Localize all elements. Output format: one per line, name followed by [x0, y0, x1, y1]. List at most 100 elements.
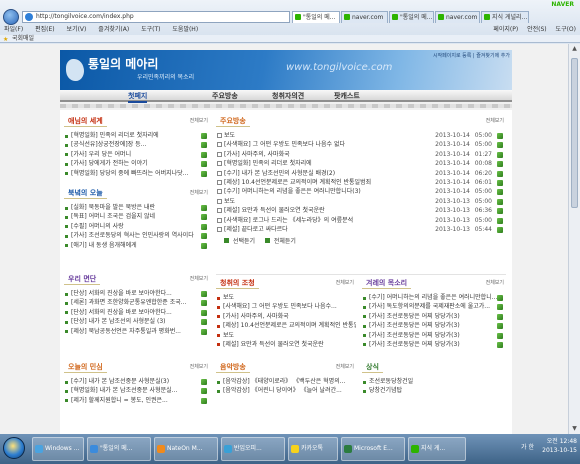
list-item[interactable]: [가사] 사마주의, 사마화국	[216, 312, 356, 321]
broadcast-row[interactable]: [사색해요] 그 어떤 우방도 민족보다 나음수 없다 2013-10-14 05:…	[216, 140, 506, 149]
list-item[interactable]: [가사] 조선로동당은 어찌 당당가(3)	[362, 321, 506, 330]
listen-icon	[497, 179, 503, 186]
list-item[interactable]: [제설] 요만과 득선이 물러오연 첫국운란	[216, 340, 356, 349]
broadcast-row[interactable]: [가사] 사마주의, 사마화국 2013-10-14 01:27	[216, 150, 506, 159]
broadcast-row[interactable]: [제상] 10.4선언분제로은 교의적이며 계획적인 반통일범죄 2013-10-…	[216, 178, 506, 187]
nav-podcast[interactable]: 팟캐스트	[334, 91, 360, 101]
list-item[interactable]: [가사] 독도항의의분제를 국제재판소에 울고가...	[362, 302, 506, 311]
list-item[interactable]: [단상] 서화의 진상을 바로 보아야한다...	[64, 289, 210, 298]
ime-toggle[interactable]: 가 한	[521, 442, 534, 451]
listen-icon	[201, 319, 207, 326]
top-links[interactable]: 시작페이지로 등록 | 즐겨찾기에 추가	[433, 52, 510, 59]
tab-tongilvoice-2[interactable]: "통일의 메...	[389, 11, 434, 23]
list-item[interactable]: [세론] 과화면 조한양화군통유엔합한준 조국...	[64, 298, 210, 307]
system-clock[interactable]: 오전 12:48 2013-10-15	[542, 437, 577, 455]
menu-view[interactable]: 보기(V)	[67, 26, 87, 33]
taskbar-item[interactable]: "통일의 메...	[87, 437, 151, 461]
list-item[interactable]: 보도	[216, 293, 356, 302]
list-item[interactable]: [실화] 북동마을 발은 북방은 내란	[64, 203, 210, 212]
start-button[interactable]	[3, 437, 25, 459]
cmd-page[interactable]: 페이지(P)	[493, 26, 518, 33]
list-item[interactable]: [독표] 어머니 조국은 검을지 않네	[64, 212, 210, 221]
tab-jisik[interactable]: 지식 게널리...	[481, 11, 529, 23]
nav-listener[interactable]: 청취자의견	[272, 91, 304, 101]
list-item[interactable]: [수기] 어머니하는의 리념을 좋은은 여러니만합니...	[362, 293, 506, 302]
broadcast-row[interactable]: 보도 2013-10-14 05:00	[216, 131, 506, 140]
menu-file[interactable]: 파일(F)	[4, 26, 23, 33]
listen-icon	[201, 142, 207, 149]
nav-home[interactable]: 첫페지	[128, 91, 148, 103]
list-item[interactable]: [단상] 서화의 진상을 바로 보아야한다...	[64, 308, 210, 317]
list-item[interactable]: [사색해요] 그 어떤 우방도 민족보다 나음수...	[216, 302, 356, 311]
list-item[interactable]: [음악감상] 《어린니 당이여》 《늘어 날려간...	[216, 386, 356, 395]
more-link[interactable]: 전체보기	[190, 363, 208, 370]
korea-map-icon	[66, 59, 84, 81]
list-item[interactable]: [혁명일화] 내가 본 남조선중문 사형문실...	[64, 386, 210, 395]
list-item[interactable]: [혁명일화] 당당의 중에 빠뜨러는 어버지나닷...	[64, 169, 210, 178]
list-item[interactable]: 당창건기념탑	[362, 386, 506, 395]
taskbar-item[interactable]: 지식 게...	[408, 437, 466, 461]
list-item[interactable]: [음악감상] 《태양이로라》 《백두산은 혁명의...	[216, 377, 356, 386]
list-item[interactable]: [애기] 내 동생 음개해에게	[64, 241, 210, 250]
nav-broadcast[interactable]: 주요방송	[212, 91, 238, 101]
scroll-thumb[interactable]	[571, 58, 578, 208]
more-link[interactable]: 전체보기	[486, 117, 504, 124]
taskbar-item[interactable]: 카카오톡	[288, 437, 338, 461]
tab-naver[interactable]: naver.com	[341, 11, 388, 23]
select-listen-button[interactable]: 선택듣기	[233, 238, 255, 245]
more-link[interactable]: 전체보기	[486, 279, 504, 286]
list-item[interactable]: [혁명일화] 민족의 리더로 첫자리에	[64, 131, 210, 140]
site-logo[interactable]: 통일의 메아리	[88, 55, 158, 72]
menu-help[interactable]: 도움말(H)	[172, 26, 198, 33]
back-button[interactable]	[3, 9, 19, 25]
list-item[interactable]: [가사] 조선로동당의 혁사는 인민사랑의 역사이다	[64, 231, 210, 240]
broadcast-row[interactable]: [수기] 내가 본 남조선민의 사형문실 배경(2) 2013-10-14 06:2…	[216, 169, 506, 178]
list-item[interactable]: [수기] 내가 본 남조선중문 사형문실(3)	[64, 377, 210, 386]
more-link[interactable]: 전체보기	[190, 189, 208, 196]
list-item[interactable]: [가사] 조선로동당은 어찌 당당가(3)	[362, 312, 506, 321]
scroll-down-icon[interactable]: ▼	[569, 424, 580, 434]
tab-tongilvoice[interactable]: "통일의 메...	[292, 11, 340, 23]
more-link[interactable]: 전체보기	[336, 363, 354, 370]
list-item[interactable]: [제가] 할께지원합니 = 봉도, 인권은...	[64, 396, 210, 405]
cmd-safety[interactable]: 안전(S)	[527, 26, 547, 33]
listen-icon	[497, 198, 503, 205]
broadcast-row[interactable]: [혁명일화] 민족의 리더로 첫자리에 2013-10-14 00:08	[216, 159, 506, 168]
list-item[interactable]: [공식선유]상궁전장에]장 등...	[64, 140, 210, 149]
vertical-scrollbar[interactable]: ▲ ▼	[568, 44, 580, 434]
list-item[interactable]: [제상] 북남공동선언은 자주통일과 평화번...	[64, 327, 210, 336]
more-link[interactable]: 전체보기	[190, 275, 208, 282]
list-item[interactable]: 보도	[216, 331, 356, 340]
content-area: 애님의 세계 전체보기 [혁명일화] 민족의 리더로 첫자리에 [공식선유]상궁…	[60, 110, 512, 434]
menu-favorites[interactable]: 즐겨찾기(A)	[98, 26, 129, 33]
taskbar-item[interactable]: NateOn M...	[154, 437, 218, 461]
scroll-up-icon[interactable]: ▲	[569, 44, 580, 54]
listen-icon	[201, 223, 207, 230]
menu-edit[interactable]: 편집(E)	[35, 26, 55, 33]
list-item[interactable]: [가사] 조선로동당은 어찌 당당가(3)	[362, 331, 506, 340]
broadcast-row[interactable]: [수기] 어머니하는의 리념을 좋은은 여러니만합니다(3) 2013-10-14…	[216, 187, 506, 196]
list-item[interactable]: [가사] 우리 당은 어머니	[64, 150, 210, 159]
list-item[interactable]: 조선로동당창건일	[362, 377, 506, 386]
address-bar[interactable]: http://tongilvoice.com/index.php	[22, 11, 290, 23]
broadcast-row[interactable]: 보도 2013-10-13 05:00	[216, 197, 506, 206]
taskbar-item[interactable]: 반입오피...	[221, 437, 285, 461]
more-link[interactable]: 전체보기	[190, 117, 208, 124]
list-item[interactable]: [단상] 내가 본 남조선의 사형문실 (3)	[64, 317, 210, 326]
taskbar-item[interactable]: Microsoft E...	[341, 437, 405, 461]
more-link[interactable]: 전체보기	[336, 279, 354, 286]
list-item[interactable]: [제상] 10.4선언분제로은 교의적이며 계획적인 반통일	[216, 321, 356, 330]
taskbar-item[interactable]: Windows ...	[32, 437, 84, 461]
broadcast-row[interactable]: [사색해요] 로그나 드리는 《세누라당》의 여릎분석 2013-10-13 05:…	[216, 216, 506, 225]
list-item[interactable]: [수필] 어머니의 사랑	[64, 222, 210, 231]
broadcast-row[interactable]: [제설] 요만과 득선이 물러오연 첫국운란 2013-10-13 06:36	[216, 206, 506, 215]
list-item[interactable]: [가사] 당에게가 전하는 이야기	[64, 159, 210, 168]
favorite-link[interactable]: 국회매일	[12, 35, 34, 42]
all-listen-button[interactable]: 전체듣기	[274, 238, 296, 245]
list-item[interactable]: [가사] 조선로동당은 어찌 당당가(3)	[362, 340, 506, 349]
cmd-tools[interactable]: 도구(O)	[556, 26, 576, 33]
broadcast-row[interactable]: [제설] 끝다로고 싸다르다 2013-10-13 05:44	[216, 225, 506, 234]
menu-tools[interactable]: 도구(T)	[141, 26, 160, 33]
section-title: 주요방송	[216, 116, 250, 127]
tab-naver-2[interactable]: naver.com	[435, 11, 480, 23]
